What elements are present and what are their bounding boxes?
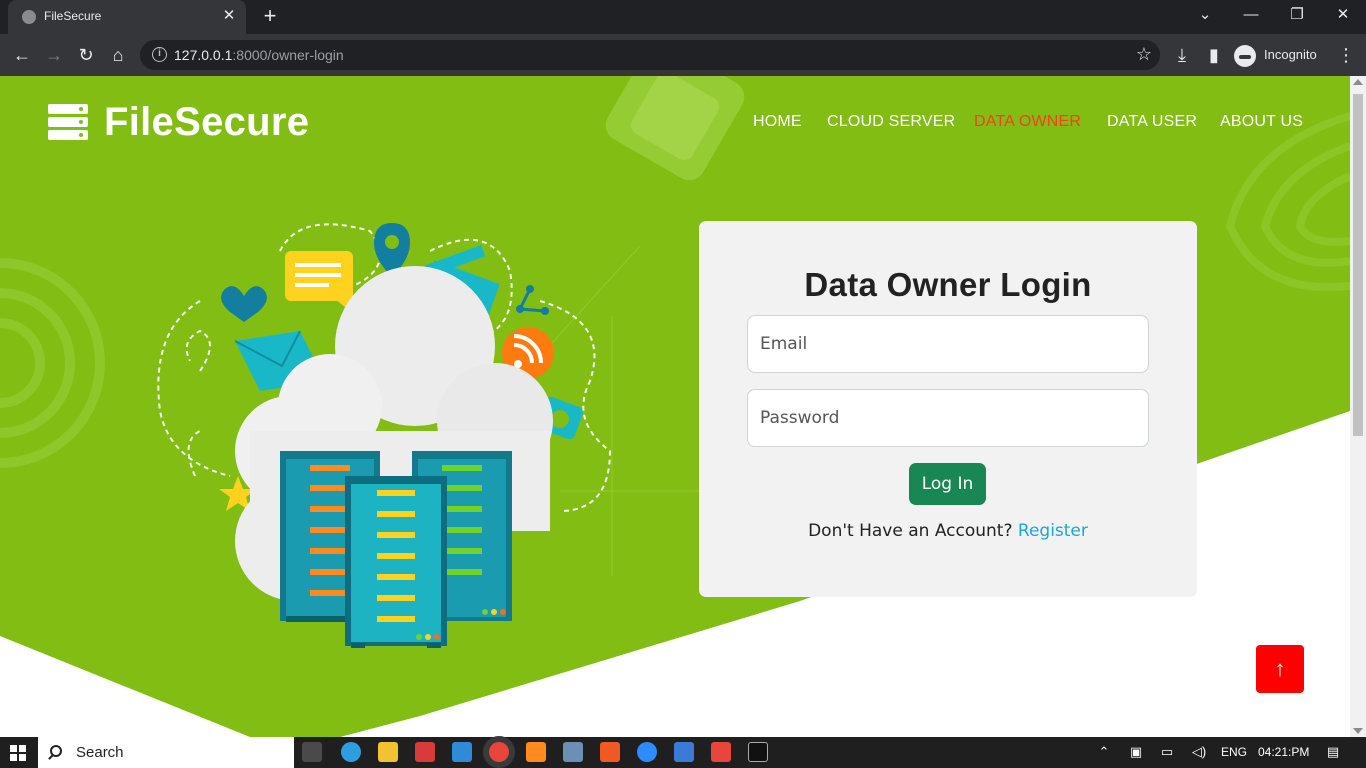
cloud-server-illustration: [157, 223, 612, 648]
anydesk-icon[interactable]: [711, 742, 731, 762]
chevron-up-icon[interactable]: ⌃: [1096, 745, 1112, 759]
page-scrollbar[interactable]: [1350, 76, 1366, 737]
bookmark-star-icon[interactable]: ☆: [1136, 44, 1152, 65]
site-info-icon[interactable]: i: [152, 47, 167, 62]
arrow-up-icon[interactable]: ↑: [1256, 645, 1304, 693]
vscode-icon[interactable]: [452, 742, 472, 762]
close-tab-icon[interactable]: ✕: [220, 7, 238, 25]
volume-icon[interactable]: ◁): [1191, 745, 1207, 759]
minimize-button[interactable]: —: [1236, 5, 1266, 25]
restore-button[interactable]: ❐: [1282, 5, 1312, 25]
nav-data-user[interactable]: DATA USER: [1107, 113, 1197, 131]
password-field[interactable]: [747, 389, 1149, 447]
back-button[interactable]: ←: [10, 43, 34, 67]
nav-home[interactable]: HOME: [753, 113, 802, 131]
page-viewport: FileSecure HOME CLOUD SERVER DATA OWNER …: [0, 76, 1366, 737]
address-url[interactable]: 127.0.0.1:8000/owner-login: [174, 47, 344, 63]
browser-tab[interactable]: FileSecure ✕: [8, 0, 246, 34]
notification-icon[interactable]: ▤: [1325, 745, 1341, 759]
language-indicator[interactable]: ENG: [1221, 744, 1247, 761]
remote-desktop-icon[interactable]: [674, 742, 694, 762]
register-link[interactable]: Register: [1018, 521, 1088, 541]
register-prompt: Don't Have an Account? Register: [699, 521, 1197, 541]
login-card: Data Owner Login Log In Don't Have an Ac…: [699, 221, 1197, 597]
incognito-icon: [1234, 44, 1256, 67]
reload-button[interactable]: ↻: [74, 43, 98, 67]
brave-icon[interactable]: [600, 742, 620, 762]
chrome-icon[interactable]: [489, 742, 509, 762]
address-bar[interactable]: i 127.0.0.1:8000/owner-login ☆: [140, 40, 1160, 70]
task-view-icon[interactable]: [302, 742, 322, 762]
new-tab-button[interactable]: +: [258, 4, 282, 28]
login-title: Data Owner Login: [804, 266, 1092, 303]
email-field[interactable]: [747, 315, 1149, 373]
meet-icon[interactable]: ▣: [1128, 745, 1144, 759]
edge-icon[interactable]: [341, 742, 361, 762]
search-app-icon[interactable]: [526, 742, 546, 762]
taskbar: Search ⌃ ▣ ▭ ◁) ENG 04:21:PM ▤: [0, 737, 1366, 768]
scroll-thumb[interactable]: [1353, 94, 1363, 436]
nav-cloud-server[interactable]: CLOUD SERVER: [827, 113, 955, 131]
forward-button[interactable]: →: [42, 43, 66, 67]
close-window-button[interactable]: ✕: [1328, 5, 1358, 25]
login-button[interactable]: Log In: [909, 463, 986, 505]
register-prompt-text: Don't Have an Account?: [808, 521, 1013, 541]
clock[interactable]: 04:21:PM: [1258, 744, 1309, 761]
app-icon[interactable]: [415, 742, 435, 762]
windows-start-icon[interactable]: [10, 745, 26, 761]
network-icon[interactable]: ▭: [1159, 745, 1175, 759]
browser-toolbar: ← → ↻ ⌂ i 127.0.0.1:8000/owner-login ☆ ⤓…: [0, 34, 1366, 76]
search-label: Search: [76, 744, 124, 761]
tab-title: FileSecure: [44, 9, 102, 23]
incognito-badge[interactable]: Incognito: [1234, 43, 1317, 67]
menu-dots-icon[interactable]: ⋮: [1336, 43, 1356, 67]
main-nav: HOME CLOUD SERVER DATA OWNER DATA USER A…: [0, 113, 1350, 135]
scroll-down-icon[interactable]: [1353, 728, 1363, 734]
nav-data-owner[interactable]: DATA OWNER: [974, 113, 1081, 131]
terminal-icon[interactable]: [748, 742, 768, 762]
taskbar-search[interactable]: Search: [38, 737, 294, 768]
home-icon[interactable]: ⌂: [106, 43, 130, 67]
download-icon[interactable]: ⤓: [1170, 43, 1194, 67]
search-icon: [50, 745, 62, 757]
globe-icon: [22, 10, 36, 24]
scroll-up-icon[interactable]: [1353, 79, 1363, 85]
nav-about-us[interactable]: ABOUT US: [1220, 113, 1303, 131]
side-panel-icon[interactable]: ▮: [1202, 43, 1226, 67]
paint-icon[interactable]: [563, 742, 583, 762]
zoom-icon[interactable]: [637, 742, 657, 762]
file-explorer-icon[interactable]: [378, 742, 398, 762]
browser-titlebar: FileSecure ✕ + ⌄ — ❐ ✕: [0, 0, 1366, 34]
tab-search-icon[interactable]: ⌄: [1190, 5, 1220, 25]
